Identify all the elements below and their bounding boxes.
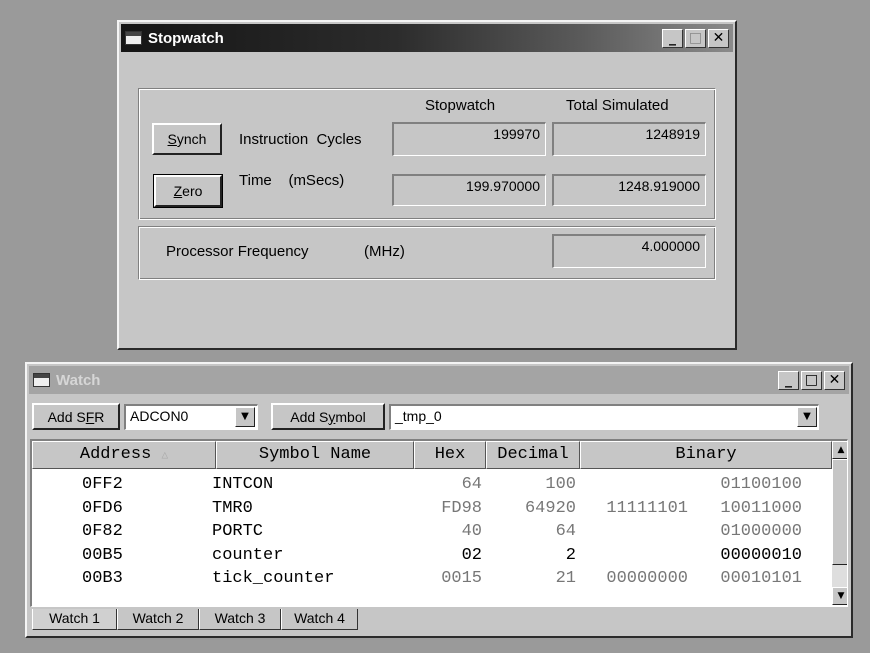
- column-header-decimal[interactable]: Decimal: [486, 441, 580, 469]
- column-header-symbol[interactable]: Symbol Name: [216, 441, 414, 469]
- watch-table: Address △ Symbol Name Hex Decimal Binary…: [30, 439, 848, 607]
- cell-binary-low: 01000000: [720, 522, 802, 542]
- stopwatch-title: Stopwatch: [148, 29, 224, 47]
- scroll-thumb[interactable]: [832, 459, 847, 565]
- cell-address: 0F82: [82, 522, 123, 542]
- cell-binary-high: 00000000: [606, 569, 688, 589]
- minimize-button[interactable]: _: [778, 370, 799, 390]
- processor-frequency-value[interactable]: 4.000000: [552, 234, 706, 268]
- add-symbol-label: Add S: [290, 408, 329, 425]
- cell-decimal: 21: [555, 569, 576, 589]
- table-row[interactable]: 0FD6 TMR0 FD98 64920 11111101 10011000: [32, 499, 832, 523]
- cell-binary-low: 01100100: [720, 475, 802, 494]
- time-total: 1248.919000: [552, 174, 706, 206]
- vertical-scrollbar[interactable]: ▲ ▼: [832, 441, 847, 605]
- time-stopwatch: 199.970000: [392, 174, 546, 206]
- column-header-hex[interactable]: Hex: [414, 441, 486, 469]
- add-sfr-label-end: R: [94, 408, 105, 425]
- cell-symbol-name: counter: [212, 545, 284, 565]
- cell-hex: 02: [461, 545, 482, 565]
- sfr-select-value: ADCON0: [130, 408, 189, 424]
- time-label: Time (mSecs): [239, 172, 345, 189]
- sort-ascending-icon: △: [161, 450, 169, 462]
- cell-decimal: 100: [545, 475, 576, 494]
- instruction-cycles-label: Instruction Cycles: [239, 131, 362, 148]
- table-row[interactable]: 0FF2 INTCON 64 100 01100100: [32, 475, 832, 499]
- table-row[interactable]: 00B5 counter 02 2 00000010: [32, 546, 832, 570]
- cell-symbol-name: INTCON: [212, 475, 274, 494]
- window-icon: [33, 373, 50, 387]
- cell-symbol-name: tick_counter: [212, 569, 335, 589]
- cell-address: 0FF2: [82, 475, 123, 494]
- close-button[interactable]: ✕: [824, 370, 845, 390]
- sfr-dropdown-arrow-icon[interactable]: ▼: [235, 407, 255, 427]
- processor-frequency-label: Processor Frequency: [166, 243, 309, 260]
- scroll-up-icon[interactable]: ▲: [832, 441, 847, 459]
- zero-button[interactable]: Zero: [153, 174, 223, 208]
- cell-hex: FD98: [441, 498, 482, 518]
- column-header-address-label: Address: [79, 445, 152, 464]
- table-row[interactable]: 00B3 tick_counter 0015 21 00000000 00010101: [32, 569, 832, 593]
- cell-binary-low: 00010101: [720, 569, 802, 589]
- add-symbol-button[interactable]: Add Sy mbol: [271, 403, 385, 430]
- add-symbol-label-end: mbol: [335, 408, 366, 425]
- zero-mnemonic: Z: [173, 183, 183, 199]
- maximize-button[interactable]: □: [801, 370, 822, 390]
- symbol-dropdown-arrow-icon[interactable]: ▼: [797, 407, 817, 427]
- synch-label: ynch: [176, 131, 207, 147]
- col-header-total: Total Simulated: [566, 97, 669, 114]
- cell-address: 00B3: [82, 569, 123, 589]
- close-button[interactable]: ✕: [708, 28, 729, 48]
- tab-watch-1[interactable]: Watch 1: [32, 609, 117, 630]
- cell-decimal: 64920: [524, 498, 576, 518]
- cell-binary-high: 11111101: [606, 498, 688, 518]
- add-sfr-button[interactable]: Add SFR: [32, 403, 120, 430]
- cell-decimal: 2: [565, 545, 576, 565]
- column-header-binary[interactable]: Binary: [580, 441, 832, 469]
- symbol-select-value: _tmp_0: [395, 408, 442, 424]
- cell-symbol-name: TMR0: [212, 498, 253, 518]
- window-icon: [125, 31, 142, 45]
- symbol-select[interactable]: _tmp_0: [389, 404, 819, 430]
- tab-watch-2[interactable]: Watch 2: [117, 609, 199, 630]
- maximize-button[interactable]: □: [685, 28, 706, 48]
- processor-frequency-unit: (MHz): [364, 243, 405, 260]
- minimize-button[interactable]: _: [662, 28, 683, 48]
- cell-binary-low: 00000010: [720, 545, 802, 565]
- stopwatch-window: Stopwatch _ □ ✕ Stopwatch Total Simulate…: [117, 20, 737, 350]
- synch-mnemonic: S: [167, 131, 177, 147]
- add-sfr-label: Add S: [47, 408, 86, 425]
- zero-label: ero: [182, 183, 203, 199]
- scroll-down-icon[interactable]: ▼: [832, 587, 847, 605]
- cell-decimal: 64: [555, 522, 576, 542]
- cell-address: 0FD6: [82, 498, 123, 518]
- synch-button[interactable]: Synch: [152, 123, 222, 155]
- cell-hex: 0015: [441, 569, 482, 589]
- cell-symbol-name: PORTC: [212, 522, 264, 542]
- stopwatch-titlebar[interactable]: Stopwatch _ □ ✕: [121, 24, 733, 52]
- cell-hex: 64: [461, 475, 482, 494]
- add-sfr-mnemonic: F: [85, 408, 95, 425]
- watch-title: Watch: [56, 371, 101, 389]
- instruction-cycles-total: 1248919: [552, 122, 706, 156]
- add-symbol-mnemonic: y: [328, 408, 336, 425]
- cell-binary-low: 10011000: [720, 498, 802, 518]
- tab-watch-3[interactable]: Watch 3: [199, 609, 281, 630]
- col-header-stopwatch: Stopwatch: [425, 97, 496, 114]
- cell-address: 00B5: [82, 545, 123, 565]
- table-row[interactable]: 0F82 PORTC 40 64 01000000: [32, 522, 832, 546]
- instruction-cycles-stopwatch: 199970: [392, 122, 546, 156]
- watch-titlebar[interactable]: Watch _ □ ✕: [29, 366, 849, 394]
- tab-watch-4[interactable]: Watch 4: [281, 609, 358, 630]
- cell-hex: 40: [461, 522, 482, 542]
- column-header-address[interactable]: Address △: [32, 441, 216, 469]
